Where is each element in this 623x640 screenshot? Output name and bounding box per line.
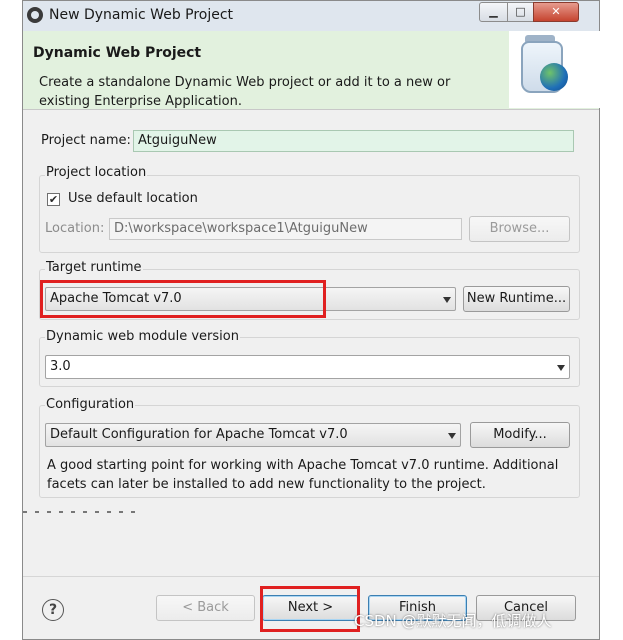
watermark-text: CSDN @默默无闻，低调做人 — [354, 612, 552, 630]
configuration-description: A good starting point for working with A… — [47, 458, 559, 492]
location-label: Location: — [45, 221, 105, 236]
module-version-group-label: Dynamic web module version — [45, 329, 240, 344]
new-runtime-button[interactable]: New Runtime... — [463, 286, 570, 312]
project-location-group-label: Project location — [45, 165, 148, 180]
help-icon[interactable]: ? — [42, 599, 64, 621]
back-button[interactable]: < Back — [156, 595, 255, 621]
module-version-select[interactable]: 3.0 — [45, 355, 570, 379]
title-bar[interactable]: New Dynamic Web Project ▁ □ ✕ — [23, 1, 599, 31]
target-runtime-highlight-box — [40, 280, 326, 318]
footer-separator — [23, 576, 599, 577]
minimize-button[interactable]: ▁ — [479, 2, 508, 22]
configuration-value: Default Configuration for Apache Tomcat … — [50, 427, 348, 442]
configuration-select[interactable]: Default Configuration for Apache Tomcat … — [45, 423, 461, 447]
banner-title: Dynamic Web Project — [33, 45, 202, 61]
dropdown-arrow-icon — [557, 365, 565, 371]
maximize-button[interactable]: □ — [507, 2, 534, 22]
location-input[interactable]: D:\workspace\workspace1\AtguiguNew — [109, 218, 462, 240]
globe-shape — [540, 63, 568, 91]
clipped-project-facets-label — [23, 511, 163, 515]
jar-globe-icon — [509, 31, 601, 108]
window-title: New Dynamic Web Project — [49, 7, 234, 23]
use-default-location-label: Use default location — [68, 191, 198, 206]
banner-description: Create a standalone Dynamic Web project … — [39, 75, 451, 109]
configuration-group-label: Configuration — [45, 397, 136, 412]
dropdown-arrow-icon — [448, 433, 456, 439]
target-runtime-group-label: Target runtime — [45, 260, 143, 275]
browse-button[interactable]: Browse... — [469, 216, 570, 242]
eclipse-app-icon — [27, 7, 43, 23]
project-name-input[interactable]: AtguiguNew — [133, 130, 574, 152]
dialog-window: New Dynamic Web Project ▁ □ ✕ Dynamic We… — [22, 0, 601, 640]
modify-button[interactable]: Modify... — [470, 422, 570, 448]
use-default-location-checkbox[interactable]: ✔ — [47, 193, 60, 206]
module-version-value: 3.0 — [50, 359, 71, 374]
close-button[interactable]: ✕ — [533, 2, 579, 22]
next-button-highlight-box — [260, 586, 360, 632]
project-name-label: Project name: — [41, 133, 131, 148]
dropdown-arrow-icon — [443, 297, 451, 303]
wizard-banner: Dynamic Web Project Create a standalone … — [23, 31, 601, 110]
